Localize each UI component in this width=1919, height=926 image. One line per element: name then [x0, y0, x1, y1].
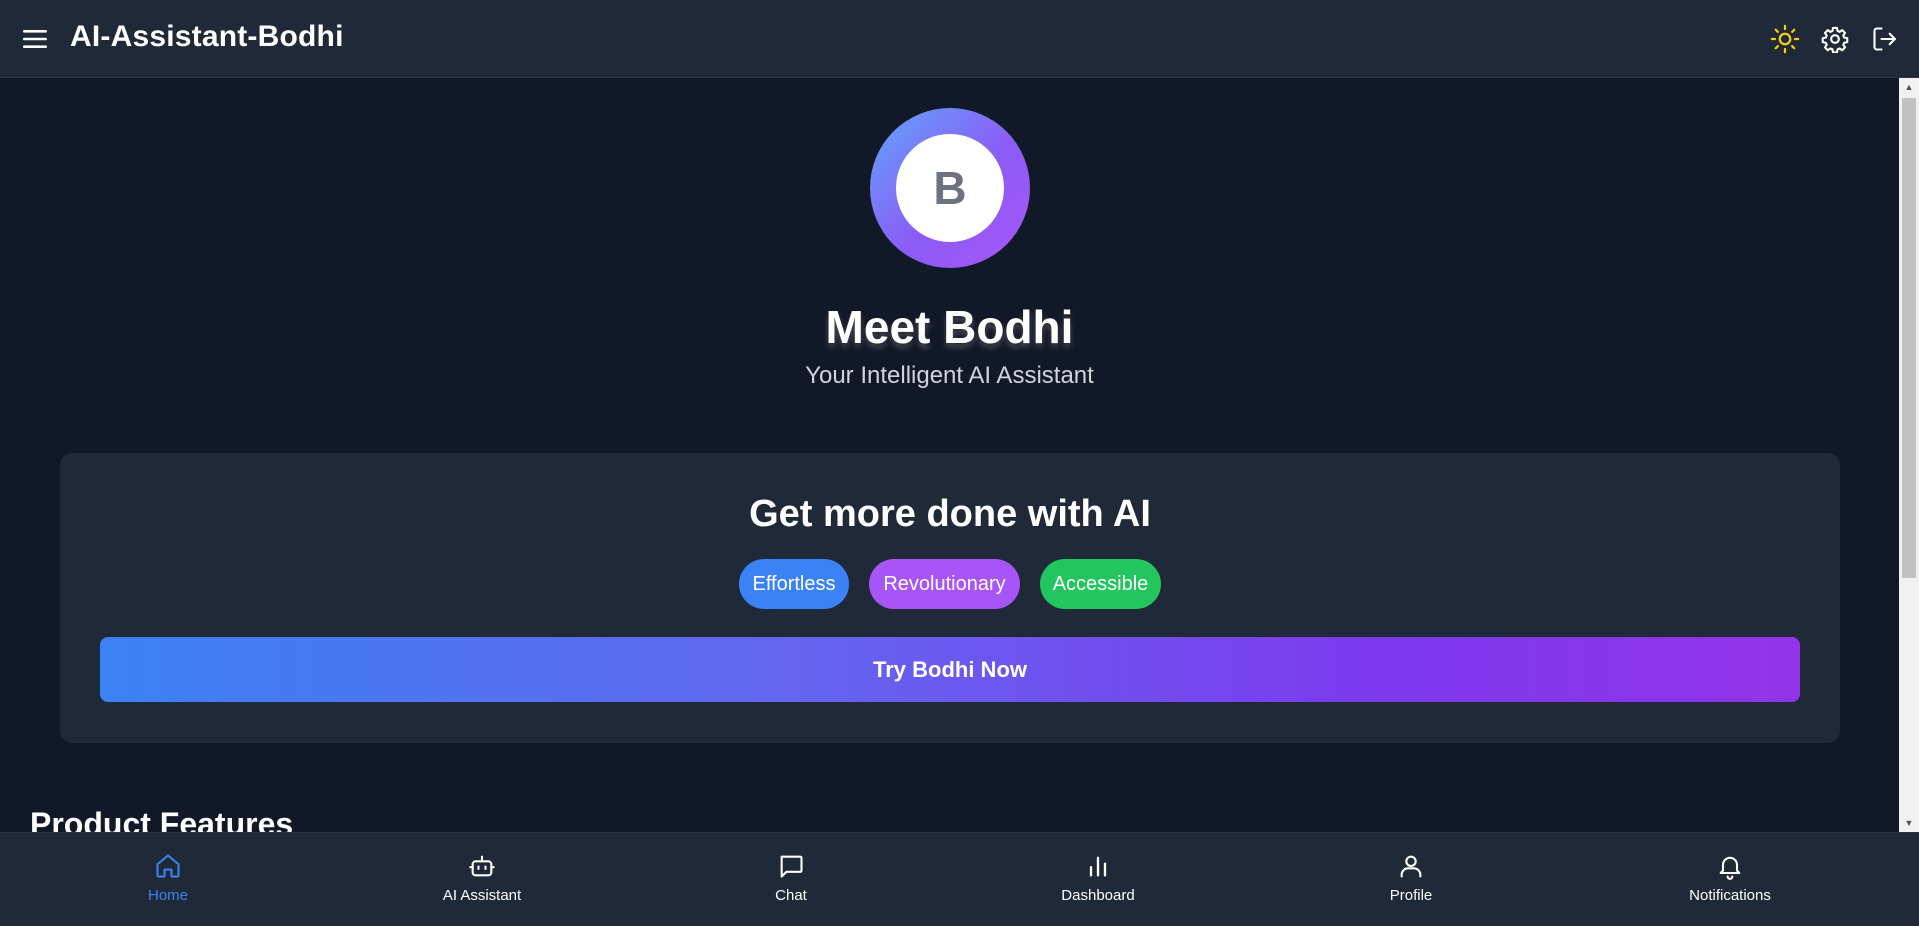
- hero-title: Meet Bodhi: [825, 301, 1074, 353]
- top-header: AI-Assistant-Bodhi: [0, 0, 1919, 78]
- nav-label-ai-assistant: AI Assistant: [442, 887, 522, 904]
- pill-revolutionary: Revolutionary: [869, 559, 1020, 609]
- promo-card: Get more done with AI Effortless Revolut…: [60, 453, 1840, 743]
- gear-icon[interactable]: [1818, 22, 1852, 56]
- nav-item-dashboard[interactable]: Dashboard: [1018, 851, 1178, 915]
- chat-icon: [776, 851, 806, 881]
- avatar: B: [870, 108, 1030, 268]
- nav-item-chat[interactable]: Chat: [711, 851, 871, 915]
- scroll-up-arrow-icon[interactable]: ▲: [1899, 78, 1919, 96]
- nav-item-home[interactable]: Home: [88, 851, 248, 915]
- main-content: B Meet Bodhi Your Intelligent AI Assista…: [0, 78, 1899, 832]
- sun-icon[interactable]: [1768, 22, 1802, 56]
- nav-label-home: Home: [147, 887, 188, 904]
- nav-label-chat: Chat: [775, 887, 807, 904]
- nav-item-notifications[interactable]: Notifications: [1650, 851, 1810, 915]
- bell-icon: [1715, 851, 1745, 881]
- pill-effortless: Effortless: [739, 559, 849, 609]
- nav-label-notifications: Notifications: [1689, 887, 1771, 904]
- bar-chart-icon: [1083, 851, 1113, 881]
- nav-item-ai-assistant[interactable]: AI Assistant: [402, 851, 562, 915]
- scrollbar[interactable]: ▲ ▼: [1899, 78, 1919, 832]
- robot-icon: [467, 851, 497, 881]
- hero-subtitle: Your Intelligent AI Assistant: [805, 362, 1094, 389]
- menu-icon[interactable]: [20, 25, 50, 53]
- nav-label-dashboard: Dashboard: [1061, 887, 1135, 904]
- section-heading-features: Product Features: [30, 806, 294, 832]
- avatar-letter: B: [896, 134, 1004, 242]
- home-icon: [153, 851, 183, 881]
- bottom-nav: Home AI Assistant Chat Dashboard Profile…: [0, 832, 1919, 926]
- promo-title: Get more done with AI: [749, 493, 1151, 535]
- user-icon: [1396, 851, 1426, 881]
- scroll-down-arrow-icon[interactable]: ▼: [1899, 814, 1919, 832]
- nav-item-profile[interactable]: Profile: [1331, 851, 1491, 915]
- nav-label-profile: Profile: [1389, 887, 1433, 904]
- pill-accessible: Accessible: [1040, 559, 1161, 609]
- app-title: AI-Assistant-Bodhi: [70, 20, 344, 53]
- scroll-thumb[interactable]: [1902, 98, 1916, 578]
- logout-icon[interactable]: [1868, 22, 1902, 56]
- try-bodhi-button[interactable]: Try Bodhi Now: [100, 637, 1800, 702]
